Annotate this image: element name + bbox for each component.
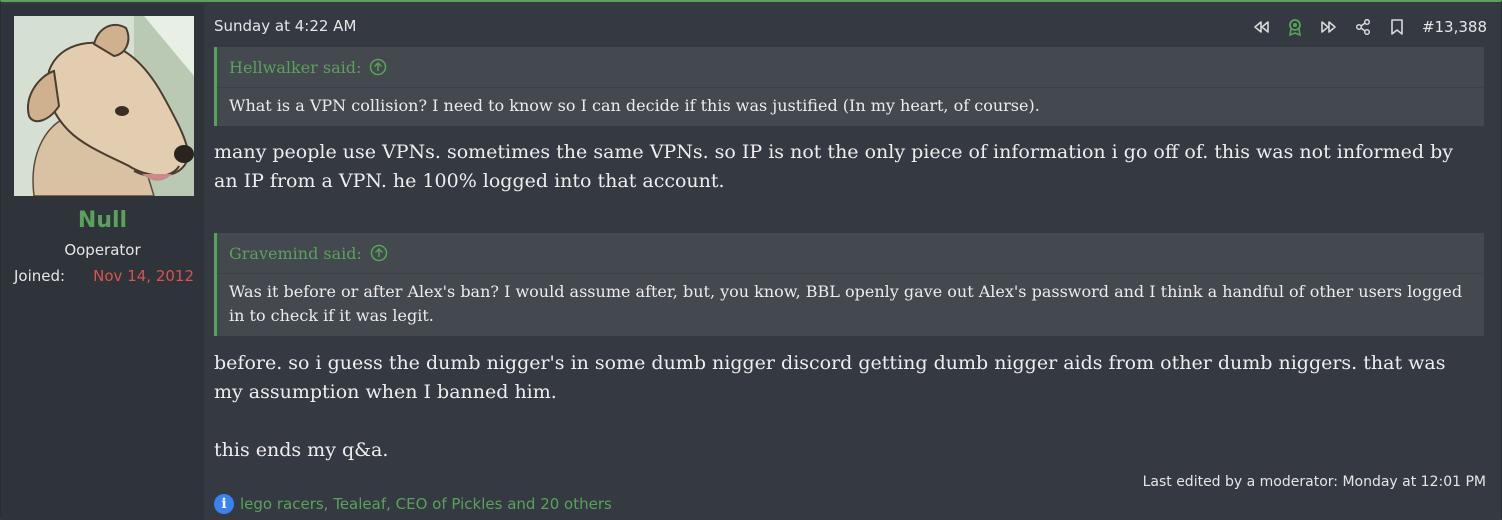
quote-block: Gravemind said: Was it before or after A…: [214, 233, 1484, 336]
username[interactable]: Null: [1, 208, 204, 233]
first-post-icon[interactable]: [1244, 14, 1278, 40]
last-edited-note: Last edited by a moderator: Monday at 12…: [1142, 474, 1486, 490]
quote-text: What is a VPN collision? I need to know …: [229, 96, 1040, 115]
user-sidebar: Null Ooperator Joined: Nov 14, 2012: [1, 4, 204, 520]
message-text: many people use VPNs. sometimes the same…: [214, 141, 1453, 192]
post-actions: #13,388: [1244, 14, 1487, 40]
message-text: this ends my q&a.: [214, 439, 389, 461]
message-text: before. so i guess the dumb nigger's in …: [214, 352, 1446, 403]
quote-block: Hellwalker said: What is a VPN collision…: [214, 47, 1484, 126]
dog-avatar-icon: [14, 16, 194, 196]
reactions-list[interactable]: lego racers, Tealeaf, CEO of Pickles and…: [240, 495, 612, 513]
post-date[interactable]: Sunday at 4:22 AM: [214, 17, 356, 35]
avatar[interactable]: [14, 16, 194, 196]
user-title: Ooperator: [64, 241, 141, 259]
joined-label: Joined:: [14, 267, 66, 285]
reactions-bar[interactable]: i lego racers, Tealeaf, CEO of Pickles a…: [214, 494, 612, 514]
quote-text: Was it before or after Alex's ban? I wou…: [229, 282, 1463, 325]
bookmark-icon[interactable]: [1380, 14, 1414, 40]
joined-date: Nov 14, 2012: [93, 267, 194, 285]
last-post-icon[interactable]: [1312, 14, 1346, 40]
post-number-link[interactable]: #13,388: [1422, 18, 1487, 36]
quote-header[interactable]: Gravemind said:: [217, 233, 1484, 274]
quote-author[interactable]: Gravemind said:: [229, 244, 362, 263]
quote-header[interactable]: Hellwalker said:: [217, 47, 1484, 88]
jump-to-quote-icon[interactable]: [369, 58, 387, 76]
post-body: Sunday at 4:22 AM #13,388 Hellwalker sai…: [204, 4, 1501, 520]
share-icon[interactable]: [1346, 14, 1380, 40]
badge-icon[interactable]: [1278, 14, 1312, 40]
info-icon: i: [214, 494, 234, 514]
quote-author[interactable]: Hellwalker said:: [229, 58, 361, 77]
jump-to-quote-icon[interactable]: [370, 244, 388, 262]
forum-post: Null Ooperator Joined: Nov 14, 2012 Sund…: [0, 0, 1502, 520]
